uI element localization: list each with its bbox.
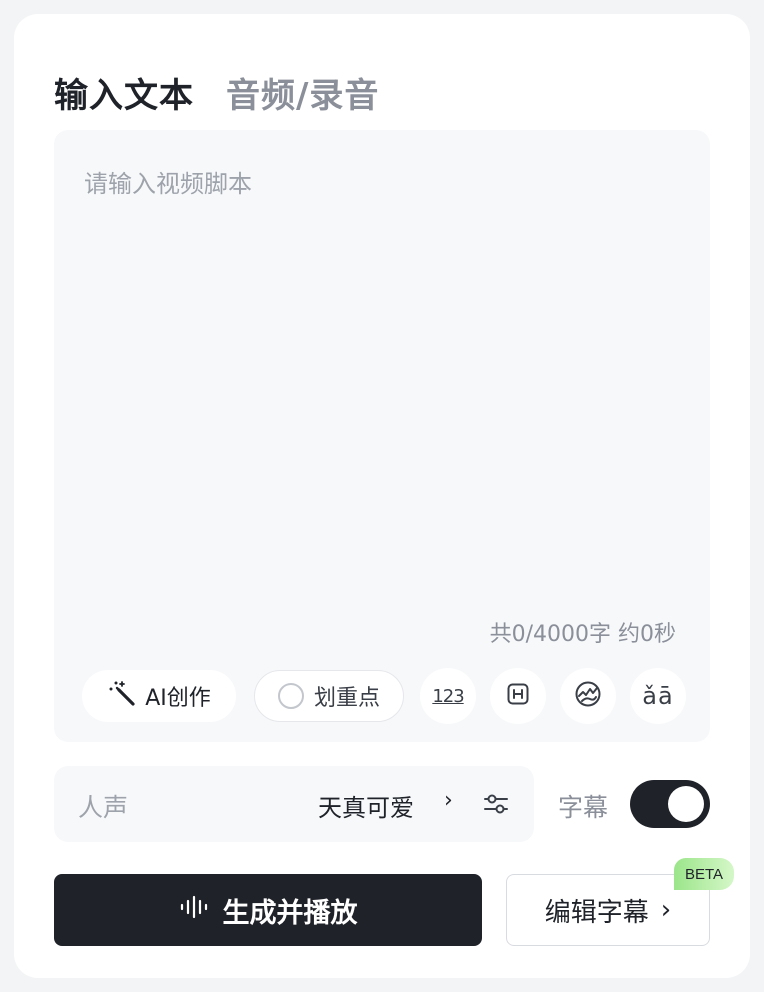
pronunciation-button[interactable]: ǎā [630, 668, 686, 724]
ai-create-label: AI创作 [145, 686, 211, 711]
char-counter: 共0/4000字 约0秒 [489, 622, 676, 647]
subtitle-toggle[interactable] [630, 780, 710, 828]
pause-insert-icon [506, 682, 530, 711]
tab-audio-recording[interactable]: 音频/录音 [226, 68, 379, 117]
script-editor: 共0/4000字 约0秒 AI创作 划重点 [54, 130, 710, 742]
voice-label: 人声 [78, 793, 129, 822]
beta-badge: BETA [674, 858, 734, 890]
generate-and-play-button[interactable]: 生成并播放 [54, 874, 482, 946]
ai-create-button[interactable]: AI创作 [82, 670, 236, 722]
edit-subtitles-label: 编辑字幕 [544, 897, 649, 928]
chevron-right-icon: › [444, 788, 453, 813]
highlight-key-points-button[interactable]: 划重点 [254, 670, 404, 722]
insert-pause-button[interactable] [490, 668, 546, 724]
radio-circle-icon [277, 683, 304, 709]
tts-panel: 输入文本 音频/录音 共0/4000字 约0秒 AI创作 [14, 14, 750, 978]
tab-bar: 输入文本 音频/录音 [54, 68, 379, 117]
script-input[interactable] [84, 164, 680, 604]
magic-wand-icon [107, 680, 137, 712]
highlight-label: 划重点 [313, 686, 380, 711]
sound-effect-button[interactable] [560, 668, 616, 724]
subtitle-label: 字幕 [558, 793, 609, 822]
number-read-icon: 123 [432, 685, 464, 707]
generate-label: 生成并播放 [222, 897, 358, 929]
voice-value: 天真可爱 [318, 794, 414, 822]
waveform-icon [179, 895, 209, 926]
chevron-right-icon: › [660, 895, 672, 925]
tab-text-input[interactable]: 输入文本 [54, 68, 194, 117]
voice-settings-icon[interactable] [482, 790, 510, 822]
sound-effect-icon [574, 680, 602, 713]
number-reading-button[interactable]: 123 [420, 668, 476, 724]
pronunciation-icon: ǎā [642, 682, 674, 710]
toggle-knob [668, 786, 704, 822]
voice-selector[interactable]: 人声 天真可爱 › [54, 766, 534, 842]
editor-toolbar: AI创作 划重点 123 ǎā [82, 668, 686, 724]
